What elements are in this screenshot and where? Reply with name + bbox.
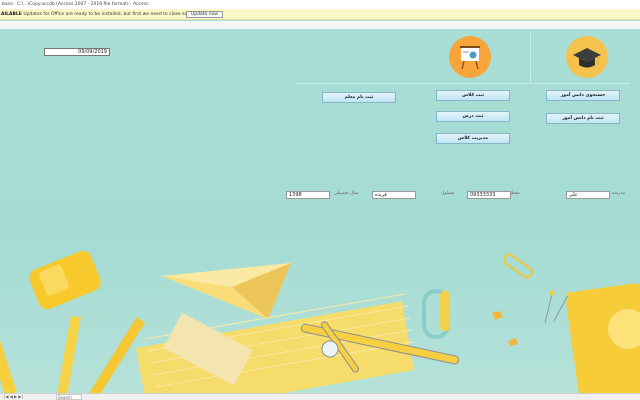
name-field[interactable]: فریده: [372, 191, 416, 199]
presentation-board-icon[interactable]: [449, 36, 491, 78]
register-student-button[interactable]: ثبت نام دانش آموز: [546, 113, 620, 124]
year-field[interactable]: 1398: [286, 191, 330, 199]
eraser-icon: [29, 250, 101, 310]
register-class-button[interactable]: ثبت کلاس: [436, 90, 510, 101]
search-student-button[interactable]: جستجوی دانش آموز: [546, 90, 620, 101]
clip-icon: [508, 338, 518, 346]
year-label: سال تحصیلی: [334, 191, 359, 196]
search-input[interactable]: Search: [56, 394, 82, 400]
register-teacher-button[interactable]: ثبت نام معلم: [322, 92, 396, 103]
graduation-cap-icon[interactable]: [566, 36, 608, 78]
school-field[interactable]: علی: [566, 191, 610, 199]
tape-icon: [440, 291, 450, 331]
window-title: base : C:\...\Copy.accdb (Access 2007 - …: [0, 0, 640, 9]
message-bar: AILABLE Updates for Office are ready to …: [0, 9, 640, 20]
header-divider: [530, 32, 531, 84]
paperclip-icon: [502, 253, 534, 279]
ribbon-strip: [0, 21, 640, 29]
phone-field[interactable]: 09333333: [467, 191, 511, 199]
pencil-icon: [57, 315, 81, 393]
status-bar: |◀ ◀ ▶ ▶| Search: [0, 393, 640, 400]
message-bar-label: AILABLE: [1, 12, 22, 17]
clip-icon: [492, 311, 503, 320]
message-bar-text: Updates for Office are ready to be insta…: [23, 12, 209, 17]
main-form: 09/09/2019 جستجوی دانش آموز ثبت نام دانش…: [0, 29, 640, 393]
pencil-icon: [0, 300, 17, 393]
pin-icon: [544, 293, 569, 324]
school-label: مدرسه: [612, 191, 626, 196]
header-divider: [295, 83, 630, 84]
manage-classes-button[interactable]: مدیریت کلاس: [436, 133, 510, 144]
responsible-label: مسئول: [441, 191, 455, 196]
register-lesson-button[interactable]: ثبت درس: [436, 111, 510, 122]
pin-icon: [549, 290, 555, 296]
pencil-icon: [88, 317, 146, 393]
record-navigation[interactable]: |◀ ◀ ▶ ▶|: [4, 394, 23, 400]
date-field[interactable]: 09/09/2019: [44, 48, 110, 56]
update-now-button[interactable]: Update now: [186, 11, 224, 18]
